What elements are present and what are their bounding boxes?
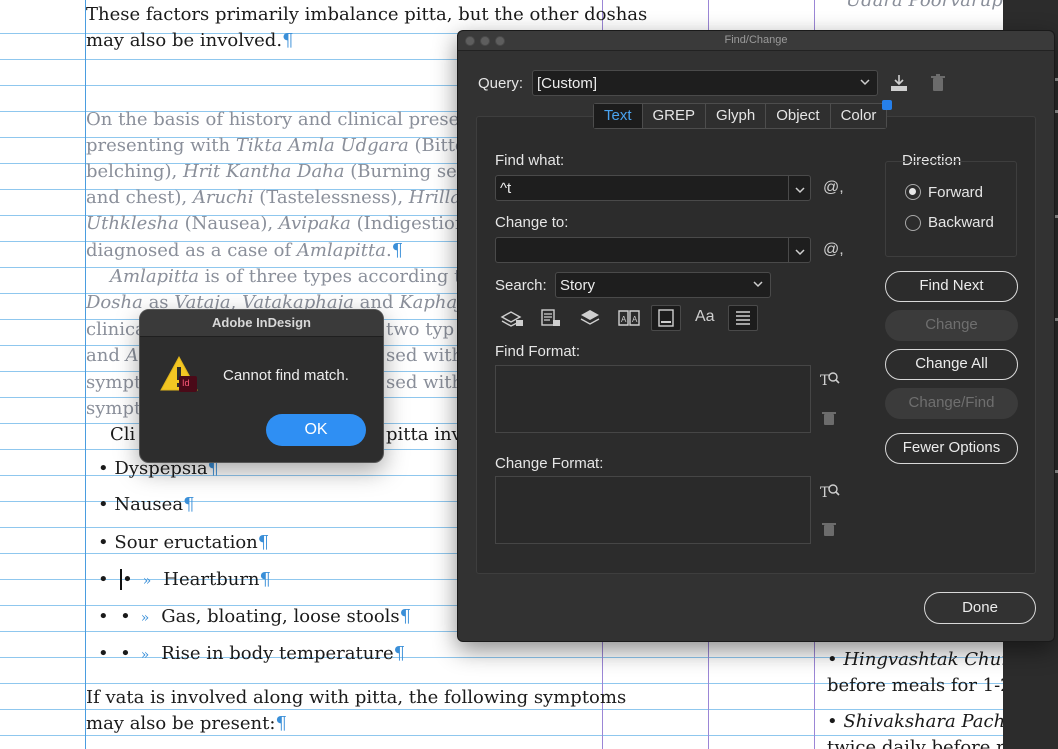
right-column-bullet: • Shivakshara Pachar bbox=[827, 711, 1025, 732]
change-to-label: Change to: bbox=[495, 214, 569, 231]
alert-message: Cannot find match. bbox=[223, 367, 349, 384]
tab-color[interactable]: Color bbox=[829, 100, 893, 128]
chevron-down-icon[interactable] bbox=[788, 238, 810, 262]
search-scope-value: Story bbox=[560, 277, 596, 294]
include-footnotes-icon[interactable] bbox=[651, 305, 681, 331]
change-format-label: Change Format: bbox=[495, 455, 604, 472]
sub-bullet-item: • •» Gas, bloating, loose stools¶ bbox=[98, 606, 412, 627]
faded-paragraph-line: and chest), Aruchi (Tastelessness), Hril… bbox=[86, 187, 494, 208]
special-characters-find-icon[interactable]: @, bbox=[823, 179, 844, 197]
backward-radio[interactable] bbox=[905, 215, 921, 231]
body-paragraph-line: may also be present:¶ bbox=[86, 713, 287, 734]
tab-glyph[interactable]: Glyph bbox=[705, 104, 766, 128]
include-hidden-layers-icon[interactable] bbox=[575, 305, 605, 331]
bullet-item: • Nausea¶ bbox=[98, 494, 195, 515]
backward-label[interactable]: Backward bbox=[928, 214, 994, 231]
alert-dialog: Adobe InDesign Id Cannot find match. OK bbox=[139, 309, 384, 463]
dialog-title: Find/Change bbox=[724, 34, 788, 46]
warning-icon bbox=[159, 354, 199, 399]
change-button[interactable]: Change bbox=[885, 310, 1018, 341]
search-type-tabs: Text GREP Glyph Object Color bbox=[593, 100, 893, 129]
body-paragraph-line: These factors primarily imbalance pitta,… bbox=[86, 4, 648, 25]
faded-paragraph-line: presenting with Tikta Amla Udgara (Bitte… bbox=[86, 135, 491, 156]
faded-paragraph-line: sed with bbox=[386, 345, 464, 366]
svg-text:A: A bbox=[632, 315, 638, 324]
change-format-box[interactable] bbox=[495, 476, 811, 544]
include-locked-stories-icon[interactable] bbox=[536, 305, 566, 331]
trash-icon[interactable] bbox=[822, 521, 836, 541]
find-what-input[interactable]: ^t bbox=[495, 175, 811, 201]
find-format-box[interactable] bbox=[495, 365, 811, 433]
right-column-text: Udara Poorvarupa bbox=[846, 0, 1014, 11]
svg-text:T: T bbox=[820, 373, 830, 389]
forward-radio[interactable] bbox=[905, 184, 921, 200]
special-characters-change-icon[interactable]: @, bbox=[823, 241, 844, 259]
search-scope-dropdown[interactable]: Story bbox=[555, 272, 771, 298]
search-label: Search: bbox=[495, 277, 547, 294]
chevron-down-icon bbox=[752, 277, 764, 294]
body-paragraph-line: Cli bbox=[110, 424, 136, 445]
sub-bullet-item: • •» Rise in body temperature¶ bbox=[98, 643, 406, 664]
tab-object[interactable]: Object bbox=[765, 104, 830, 128]
body-paragraph-line: If vata is involved along with pitta, th… bbox=[86, 687, 627, 708]
faded-paragraph-line: sympt bbox=[86, 398, 142, 419]
faded-paragraph-line: Uthklesha (Nausea), Avipaka (Indigestion… bbox=[86, 213, 490, 234]
chevron-down-icon bbox=[859, 75, 871, 92]
find-format-label: Find Format: bbox=[495, 343, 581, 360]
ok-button[interactable]: OK bbox=[266, 414, 366, 446]
bullet-item: • Sour eructation¶ bbox=[98, 532, 270, 553]
right-column-bullet: • Hingvashtak Churn bbox=[827, 649, 1022, 670]
tab-grep[interactable]: GREP bbox=[641, 104, 706, 128]
faded-paragraph-line: two typ bbox=[386, 319, 455, 340]
case-sensitive-icon[interactable]: Aa bbox=[690, 305, 720, 331]
body-paragraph-line: may also be involved.¶ bbox=[86, 30, 294, 51]
query-dropdown[interactable]: [Custom] bbox=[532, 70, 878, 96]
faded-paragraph-line: sed with bbox=[386, 372, 464, 393]
faded-paragraph-line: On the basis of history and clinical pre… bbox=[86, 109, 497, 130]
tab-indicator-dot bbox=[882, 100, 893, 110]
faded-paragraph-line: clinica bbox=[86, 319, 146, 340]
right-column-text: before meals for 1-2 bbox=[827, 675, 1012, 696]
change-find-button[interactable]: Change/Find bbox=[885, 388, 1018, 419]
forward-label[interactable]: Forward bbox=[928, 184, 983, 201]
query-value: [Custom] bbox=[537, 75, 598, 92]
fewer-options-button[interactable]: Fewer Options bbox=[885, 433, 1018, 464]
svg-text:A: A bbox=[621, 315, 627, 324]
query-label: Query: bbox=[478, 75, 524, 92]
trash-icon[interactable] bbox=[822, 410, 836, 430]
dialog-titlebar[interactable]: Find/Change bbox=[458, 31, 1054, 51]
chevron-down-icon[interactable] bbox=[788, 176, 810, 200]
trash-icon[interactable] bbox=[930, 74, 946, 96]
find-next-button[interactable]: Find Next bbox=[885, 271, 1018, 302]
alert-title: Adobe InDesign bbox=[140, 310, 383, 337]
direction-group bbox=[885, 161, 1017, 257]
svg-text:T: T bbox=[820, 485, 830, 501]
find-change-dialog: Find/Change Query: [Custom] Text GREP Gl… bbox=[457, 30, 1055, 642]
specify-find-format-icon[interactable]: T bbox=[820, 369, 840, 393]
done-button[interactable]: Done bbox=[924, 592, 1036, 624]
specify-change-format-icon[interactable]: T bbox=[820, 481, 840, 505]
indesign-badge: Id bbox=[182, 378, 190, 388]
find-what-value: ^t bbox=[500, 180, 512, 197]
faded-paragraph-line: belching), Hrit Kantha Daha (Burning sen… bbox=[86, 161, 489, 182]
include-master-pages-icon[interactable]: AA bbox=[614, 305, 644, 331]
faded-paragraph-line: diagnosed as a case of Amlapitta.¶ bbox=[86, 240, 404, 261]
right-column-text: twice daily before me bbox=[827, 737, 1024, 749]
include-locked-layers-icon[interactable] bbox=[497, 305, 527, 331]
change-all-button[interactable]: Change All bbox=[885, 349, 1018, 380]
faded-paragraph-line: Amlapitta is of three types according to… bbox=[110, 266, 491, 287]
save-query-icon[interactable] bbox=[888, 73, 910, 97]
whole-word-icon[interactable] bbox=[728, 305, 758, 331]
tab-text[interactable]: Text bbox=[594, 104, 642, 128]
sub-bullet-item: • •» Heartburn¶ bbox=[98, 569, 271, 590]
faded-paragraph-line: sympt bbox=[86, 372, 142, 393]
find-what-label: Find what: bbox=[495, 152, 565, 169]
change-to-input[interactable] bbox=[495, 237, 811, 263]
